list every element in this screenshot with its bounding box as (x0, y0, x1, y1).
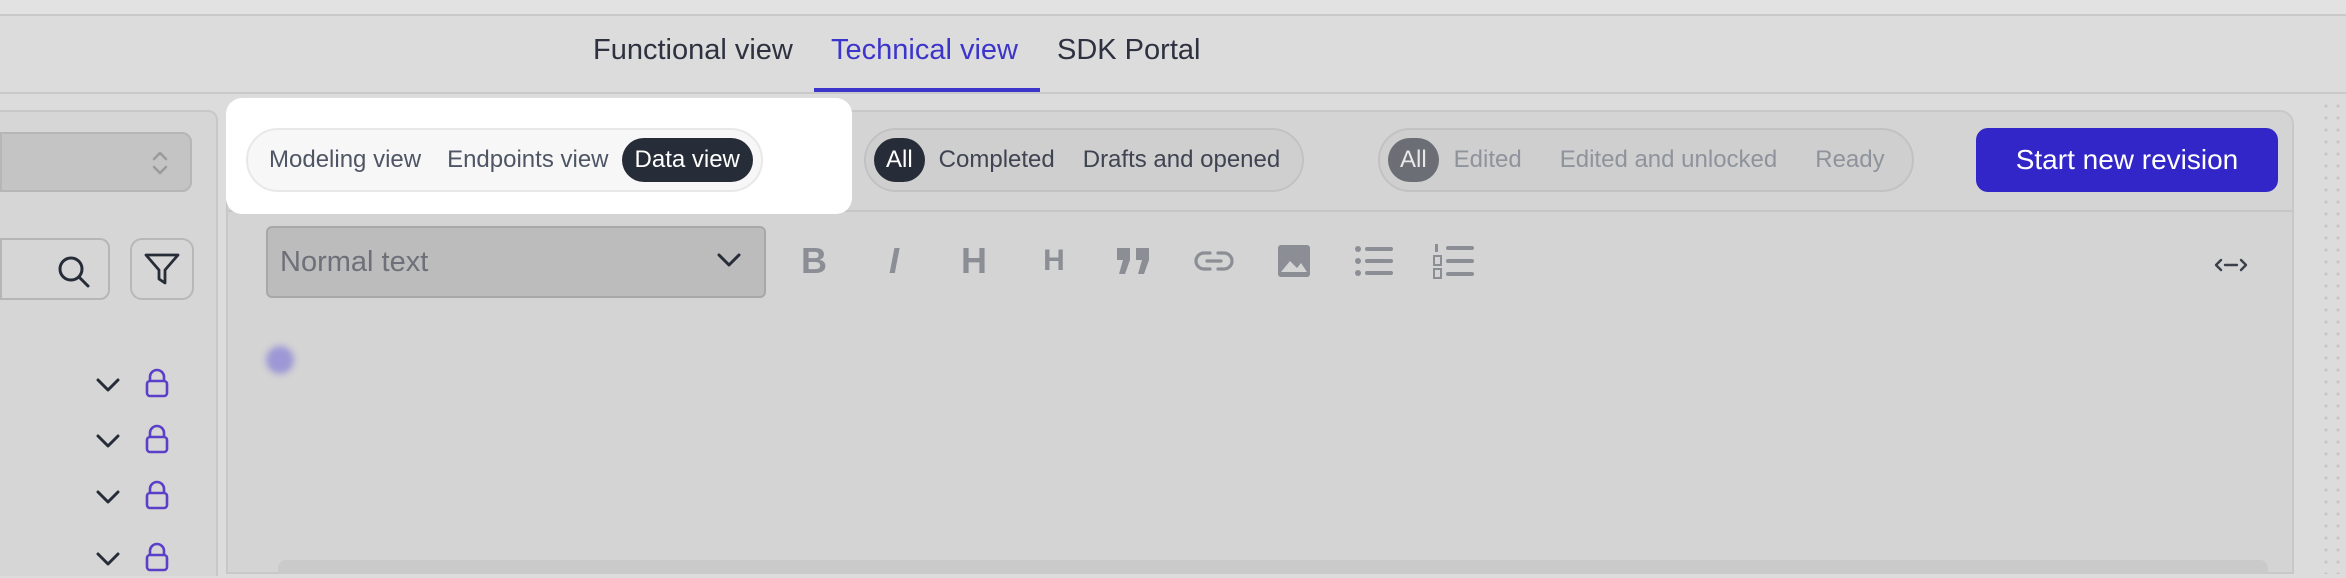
dotted-background (2320, 100, 2346, 574)
numbered-list-button[interactable] (1429, 236, 1479, 286)
text-style-select[interactable]: Normal text (266, 226, 766, 298)
tree-row[interactable] (92, 364, 172, 404)
filter-button[interactable] (130, 238, 194, 300)
blurred-document-content (266, 336, 2266, 536)
tab-functional-view[interactable]: Functional view (593, 34, 793, 67)
chevron-down-icon[interactable] (96, 490, 120, 504)
edit-option-edited-unlocked[interactable]: Edited and unlocked (1541, 138, 1797, 182)
heading-1-button[interactable]: H (949, 236, 999, 286)
bold-icon: B (801, 240, 827, 281)
lock-icon (145, 542, 169, 572)
search-input[interactable] (0, 238, 110, 300)
expand-width-icon (2214, 258, 2248, 272)
heading-1-icon: H (961, 240, 987, 281)
chevron-down-icon (717, 253, 741, 267)
italic-button[interactable]: I (869, 236, 919, 286)
view-option-endpoints[interactable]: Endpoints view (434, 138, 621, 182)
quote-button[interactable] (1109, 236, 1159, 286)
tab-technical-view[interactable]: Technical view (831, 34, 1018, 67)
top-navigation: Functional view Technical view SDK Porta… (0, 16, 2346, 94)
edit-option-ready[interactable]: Ready (1796, 138, 1903, 182)
tree-row[interactable] (92, 420, 172, 460)
bold-button[interactable]: B (789, 236, 839, 286)
edit-option-edited[interactable]: Edited (1435, 138, 1541, 182)
start-new-revision-button[interactable]: Start new revision (1976, 128, 2278, 192)
bullet-list-button[interactable] (1349, 236, 1399, 286)
heading-2-button[interactable]: H (1029, 236, 1079, 286)
text-style-label: Normal text (280, 246, 429, 278)
tree-row[interactable] (92, 476, 172, 516)
status-option-all[interactable]: All (874, 138, 925, 182)
edit-option-all[interactable]: All (1388, 138, 1439, 182)
heading-2-icon: H (1043, 244, 1065, 277)
chevron-down-icon[interactable] (96, 552, 120, 566)
numbered-list-icon (1433, 244, 1474, 279)
top-strip (0, 0, 2346, 16)
search-icon[interactable] (56, 254, 92, 290)
status-filter: All Completed Drafts and opened (864, 128, 1305, 192)
tab-sdk-portal[interactable]: SDK Portal (1057, 34, 1200, 67)
content-card-edge (278, 560, 2268, 574)
filter-icon (144, 253, 180, 285)
italic-icon: I (888, 240, 899, 281)
view-option-modeling[interactable]: Modeling view (256, 138, 434, 182)
lock-icon (145, 424, 169, 454)
image-icon (1278, 245, 1310, 277)
chevron-down-icon[interactable] (96, 434, 120, 448)
view-option-data[interactable]: Data view (621, 138, 753, 182)
bullet-list-icon (1355, 246, 1393, 276)
image-button[interactable] (1269, 236, 1319, 286)
status-option-drafts[interactable]: Drafts and opened (1069, 138, 1294, 182)
lock-icon (145, 368, 169, 398)
expand-width-button[interactable] (2206, 240, 2256, 290)
link-icon (1194, 251, 1234, 271)
quote-icon (1117, 248, 1149, 274)
lock-icon (145, 480, 169, 510)
chevron-down-icon[interactable] (96, 378, 120, 392)
edit-filter: All Edited Edited and unlocked Ready (1378, 128, 1914, 192)
status-option-completed[interactable]: Completed (925, 138, 1069, 182)
link-button[interactable] (1189, 236, 1239, 286)
tree-row[interactable] (92, 538, 172, 578)
active-tab-underline (814, 88, 1040, 92)
sort-arrows-icon (152, 151, 168, 175)
sidebar-select[interactable] (0, 132, 192, 192)
view-switch: Modeling view Endpoints view Data view (246, 128, 763, 192)
section-dot (266, 346, 294, 374)
